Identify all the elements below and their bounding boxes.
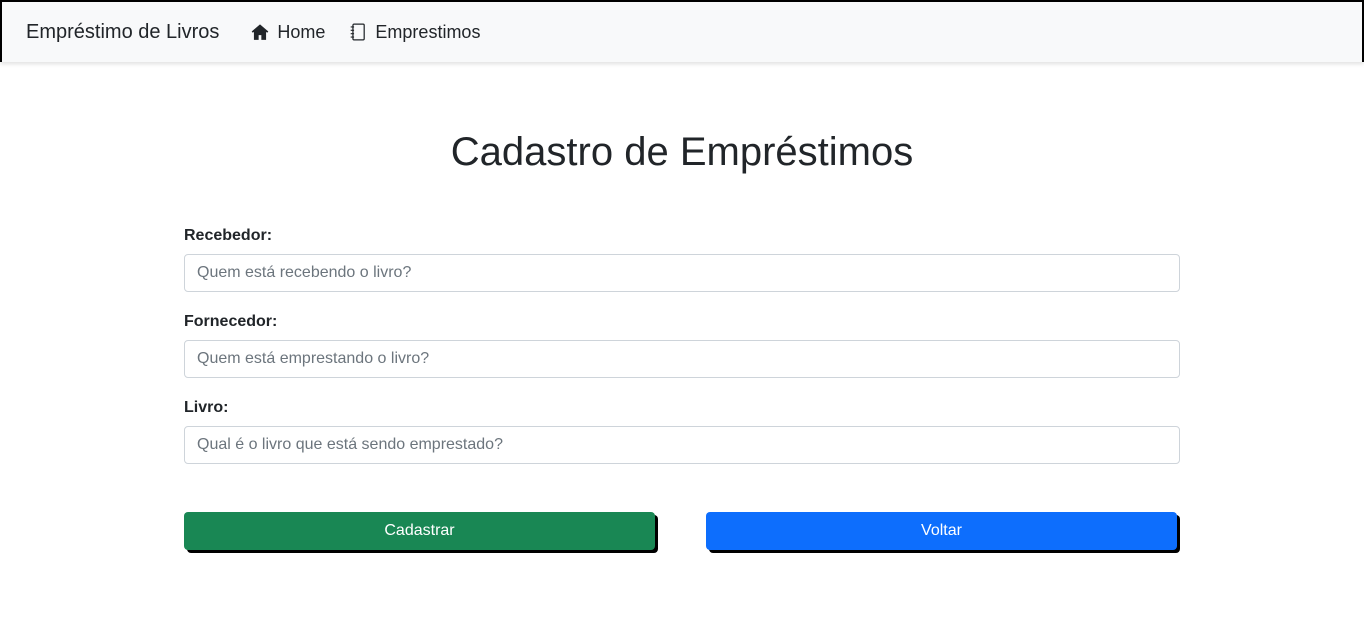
nav-link-home[interactable]: Home (251, 22, 325, 43)
nav-link-emprestimos[interactable]: Emprestimos (349, 22, 480, 43)
recebedor-input[interactable] (184, 254, 1180, 292)
nav-link-emprestimos-label: Emprestimos (375, 21, 481, 42)
recebedor-label: Recebedor: (184, 227, 273, 244)
cadastrar-button[interactable]: Cadastrar (184, 512, 655, 550)
loan-form: Recebedor: Fornecedor: Livro: (184, 226, 1180, 484)
fornecedor-input[interactable] (184, 340, 1180, 378)
nav-link-home-label: Home (277, 21, 326, 42)
notebook-icon (349, 23, 367, 41)
home-icon (251, 23, 269, 41)
fornecedor-label: Fornecedor: (184, 313, 278, 330)
livro-input[interactable] (184, 426, 1180, 464)
page-title: Cadastro de Empréstimos (450, 130, 914, 174)
navbar-brand[interactable]: Empréstimo de Livros (26, 21, 219, 44)
voltar-button[interactable]: Voltar (706, 512, 1177, 550)
livro-label: Livro: (184, 399, 229, 416)
navbar: Empréstimo de Livros Home Emprestimos (0, 0, 1364, 62)
